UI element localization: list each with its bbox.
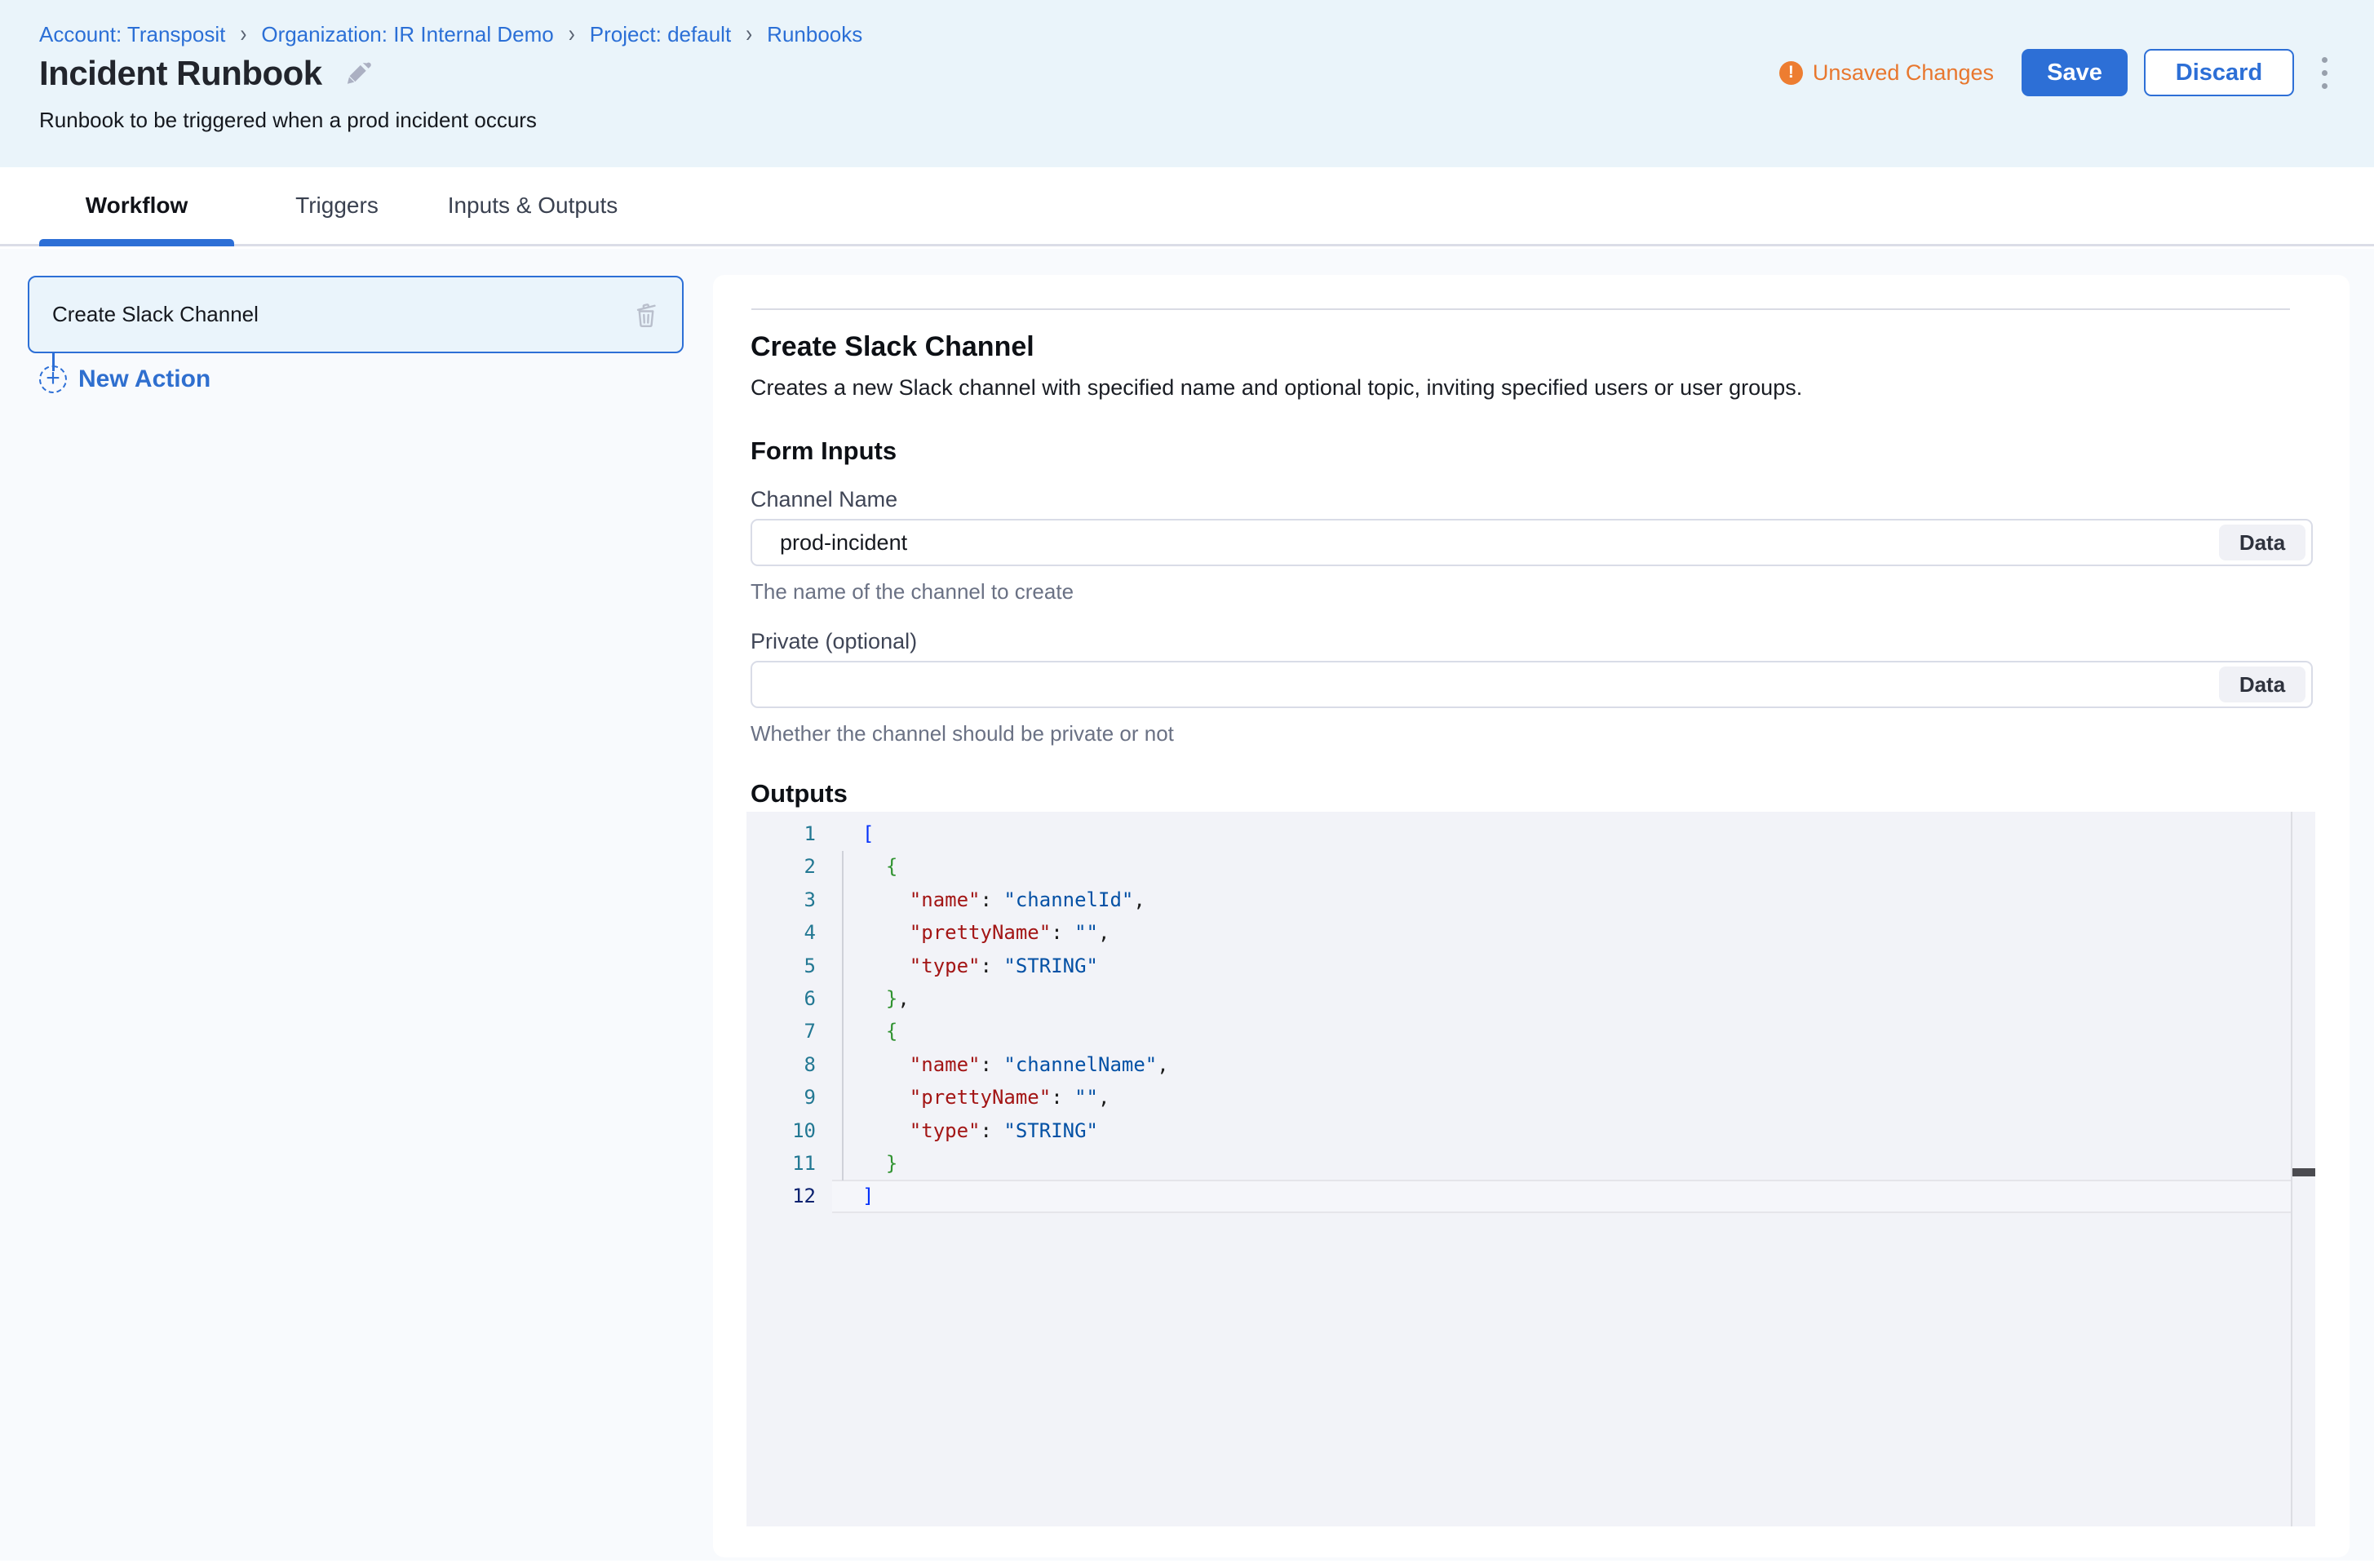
code-text: "prettyName": "", bbox=[862, 916, 1109, 949]
code-line-1[interactable]: 1[ bbox=[746, 817, 2315, 850]
channel-name-label: Channel Name bbox=[751, 487, 2313, 512]
channel-name-input[interactable]: prod-incident Data bbox=[751, 519, 2313, 566]
private-label: Private (optional) bbox=[751, 629, 2313, 654]
breadcrumb-separator-icon: › bbox=[746, 18, 752, 51]
plus-icon: + bbox=[39, 365, 67, 393]
code-line-8[interactable]: 8 "name": "channelName", bbox=[746, 1048, 2315, 1081]
line-number: 9 bbox=[746, 1081, 816, 1114]
line-number: 7 bbox=[746, 1015, 816, 1048]
header-actions: ! Unsaved Changes Save Discard bbox=[1779, 49, 2336, 96]
action-detail-panel: Create Slack Channel Creates a new Slack… bbox=[713, 275, 2350, 1557]
line-number: 2 bbox=[746, 850, 816, 883]
code-text: "name": "channelId", bbox=[862, 884, 1145, 916]
breadcrumb-account[interactable]: Account: Transposit bbox=[39, 21, 225, 47]
line-number: 6 bbox=[746, 982, 816, 1015]
line-number: 1 bbox=[746, 817, 816, 850]
line-number: 11 bbox=[746, 1147, 816, 1180]
page-subtitle: Runbook to be triggered when a prod inci… bbox=[39, 108, 537, 133]
code-line-10[interactable]: 10 "type": "STRING" bbox=[746, 1114, 2315, 1147]
discard-button[interactable]: Discard bbox=[2144, 49, 2294, 96]
cursor-position-marker bbox=[2292, 1168, 2315, 1176]
code-text: { bbox=[862, 850, 897, 883]
unsaved-changes-badge: ! Unsaved Changes bbox=[1779, 60, 1994, 86]
code-line-9[interactable]: 9 "prettyName": "", bbox=[746, 1081, 2315, 1114]
code-text: "type": "STRING" bbox=[862, 950, 1098, 982]
more-options-kebab-icon[interactable] bbox=[2312, 49, 2336, 96]
private-data-button[interactable]: Data bbox=[2219, 667, 2305, 702]
outputs-heading: Outputs bbox=[751, 779, 2313, 808]
edit-title-pencil-icon[interactable] bbox=[343, 58, 374, 89]
save-button[interactable]: Save bbox=[2022, 49, 2128, 96]
unsaved-changes-label: Unsaved Changes bbox=[1813, 60, 1994, 86]
outputs-code-editor[interactable]: 1[2 {3 "name": "channelId",4 "prettyName… bbox=[746, 812, 2315, 1526]
code-line-4[interactable]: 4 "prettyName": "", bbox=[746, 916, 2315, 949]
code-text: } bbox=[862, 1147, 897, 1180]
tab-triggers[interactable]: Triggers bbox=[272, 167, 402, 244]
code-text: "type": "STRING" bbox=[862, 1114, 1098, 1147]
channel-name-value: prod-incident bbox=[780, 520, 907, 565]
action-detail-heading: Create Slack Channel bbox=[751, 331, 2313, 363]
code-line-5[interactable]: 5 "type": "STRING" bbox=[746, 950, 2315, 982]
line-number: 10 bbox=[746, 1114, 816, 1147]
code-line-3[interactable]: 3 "name": "channelId", bbox=[746, 884, 2315, 916]
action-card-label: Create Slack Channel bbox=[52, 302, 259, 327]
private-input[interactable]: Data bbox=[751, 661, 2313, 708]
code-line-6[interactable]: 6 }, bbox=[746, 982, 2315, 1015]
breadcrumb-project[interactable]: Project: default bbox=[590, 21, 731, 47]
active-tab-indicator bbox=[39, 239, 234, 246]
app-root: Account: Transposit › Organization: IR I… bbox=[0, 0, 2374, 1568]
code-line-2[interactable]: 2 { bbox=[746, 850, 2315, 883]
new-action-label: New Action bbox=[78, 365, 210, 393]
channel-name-helper: The name of the channel to create bbox=[751, 579, 2313, 605]
code-text: "prettyName": "", bbox=[862, 1081, 1109, 1114]
code-text: [ bbox=[862, 817, 874, 850]
code-text: { bbox=[862, 1015, 897, 1048]
tab-inputs-outputs[interactable]: Inputs & Outputs bbox=[439, 167, 627, 244]
code-line-7[interactable]: 7 { bbox=[746, 1015, 2315, 1048]
workflow-action-card[interactable]: Create Slack Channel bbox=[28, 276, 684, 353]
page-title: Incident Runbook bbox=[39, 54, 322, 93]
private-helper: Whether the channel should be private or… bbox=[751, 721, 2313, 746]
action-description: Creates a new Slack channel with specifi… bbox=[751, 373, 2313, 402]
delete-action-trash-icon[interactable] bbox=[631, 300, 661, 330]
line-number: 4 bbox=[746, 916, 816, 949]
workflow-steps-panel: Create Slack Channel + New A bbox=[0, 249, 711, 1561]
content-area: Create Slack Channel + New A bbox=[0, 249, 2374, 1561]
tab-workflow[interactable]: Workflow bbox=[39, 167, 234, 244]
section-divider bbox=[751, 308, 2290, 310]
code-line-11[interactable]: 11 } bbox=[746, 1147, 2315, 1180]
breadcrumb-runbooks[interactable]: Runbooks bbox=[767, 21, 862, 47]
code-text: }, bbox=[862, 982, 910, 1015]
new-action-button[interactable]: + New Action bbox=[39, 365, 210, 393]
warning-icon: ! bbox=[1779, 61, 1803, 85]
channel-name-data-button[interactable]: Data bbox=[2219, 525, 2305, 560]
breadcrumb-separator-icon: › bbox=[569, 18, 575, 51]
line-number: 3 bbox=[746, 884, 816, 916]
breadcrumb-separator-icon: › bbox=[240, 18, 246, 51]
line-number: 12 bbox=[746, 1180, 816, 1212]
line-number: 8 bbox=[746, 1048, 816, 1081]
page-header: Account: Transposit › Organization: IR I… bbox=[0, 0, 2374, 167]
title-row: Incident Runbook bbox=[39, 54, 374, 93]
code-text: ] bbox=[862, 1180, 874, 1212]
code-lines: 1[2 {3 "name": "channelId",4 "prettyName… bbox=[746, 817, 2315, 1213]
tab-bar: Workflow Triggers Inputs & Outputs bbox=[0, 167, 2374, 246]
code-line-12[interactable]: 12] bbox=[746, 1180, 2315, 1212]
breadcrumb: Account: Transposit › Organization: IR I… bbox=[39, 21, 862, 47]
breadcrumb-organization[interactable]: Organization: IR Internal Demo bbox=[261, 21, 553, 47]
line-number: 5 bbox=[746, 950, 816, 982]
form-inputs-heading: Form Inputs bbox=[751, 436, 2313, 466]
code-text: "name": "channelName", bbox=[862, 1048, 1169, 1081]
